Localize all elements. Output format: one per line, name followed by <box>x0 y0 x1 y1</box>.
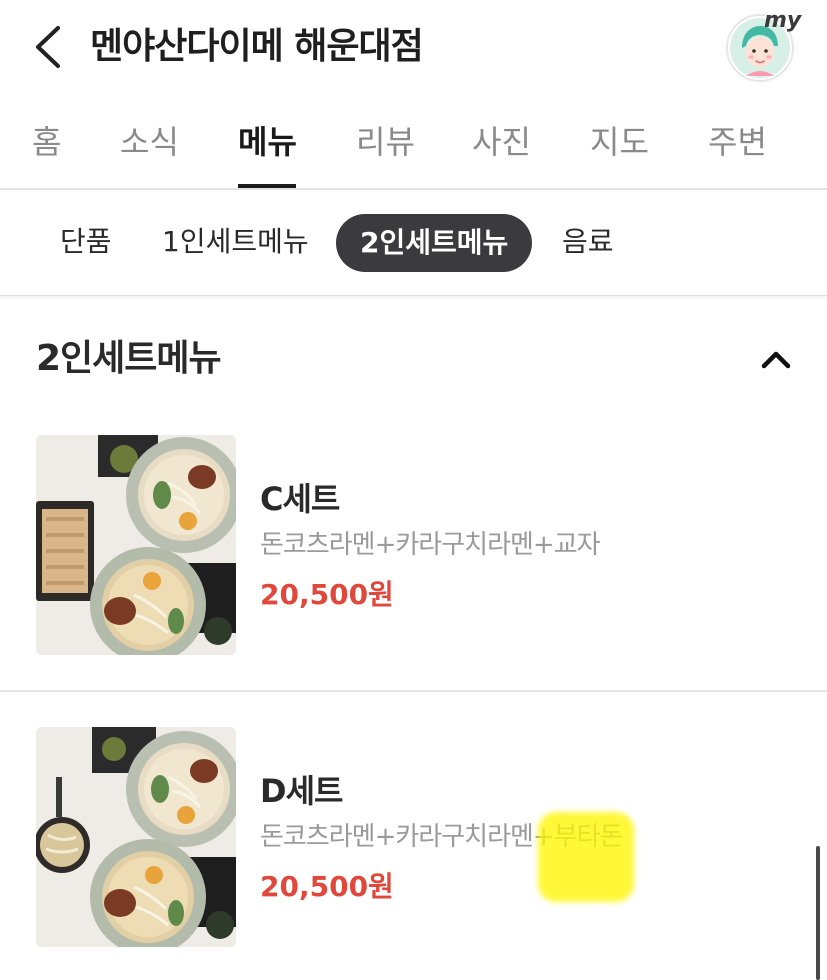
app-header: 멘야산다이메 해운대점 my <box>0 0 827 95</box>
chevron-up-icon <box>761 351 791 369</box>
tab-reviews[interactable]: 리뷰 <box>356 120 415 164</box>
menu-category-tabs: 단품 1인세트메뉴 2인세트메뉴 음료 <box>0 192 827 296</box>
tab-news[interactable]: 소식 <box>120 120 179 164</box>
tab-photos[interactable]: 사진 <box>472 120 531 164</box>
menu-item-photo <box>36 727 236 947</box>
tab-menu[interactable]: 메뉴 <box>238 120 297 164</box>
menu-item-price: 20,500원 <box>260 870 394 903</box>
menu-item-photo <box>36 435 236 655</box>
menu-item-name: C세트 <box>260 480 340 518</box>
menu-item-price: 20,500원 <box>260 578 394 611</box>
collapse-section-button[interactable] <box>756 344 796 374</box>
tab-nearby[interactable]: 주변 <box>708 120 767 164</box>
tab-map[interactable]: 지도 <box>590 120 649 164</box>
menu-item-name: D세트 <box>260 772 343 810</box>
section-title: 2인세트메뉴 <box>36 338 222 379</box>
menu-item[interactable]: C세트 돈코츠라멘+카라구치라멘+교자 20,500원 <box>0 420 827 692</box>
back-button[interactable] <box>30 24 70 70</box>
menu-item-description: 돈코츠라멘+카라구치라멘+교자 <box>260 530 601 560</box>
page-title: 멘야산다이메 해운대점 <box>90 26 424 67</box>
active-tab-indicator <box>238 184 296 188</box>
avatar-my-badge: my <box>764 8 802 33</box>
category-tab-2person-set[interactable]: 2인세트메뉴 <box>336 214 533 272</box>
category-tab-1person-set[interactable]: 1인세트메뉴 <box>162 222 309 262</box>
tab-home[interactable]: 홈 <box>32 120 61 164</box>
category-tab-drinks[interactable]: 음료 <box>562 222 614 262</box>
menu-item[interactable]: D세트 돈코츠라멘+카라구치라멘+부타돈 20,500원 <box>0 712 827 980</box>
category-tab-single[interactable]: 단품 <box>60 222 112 262</box>
scrollbar[interactable] <box>816 846 820 980</box>
chevron-left-icon <box>36 26 60 68</box>
menu-item-description: 돈코츠라멘+카라구치라멘+부타돈 <box>260 822 623 852</box>
main-tabs: 홈 소식 메뉴 리뷰 사진 지도 주변 <box>0 110 827 190</box>
